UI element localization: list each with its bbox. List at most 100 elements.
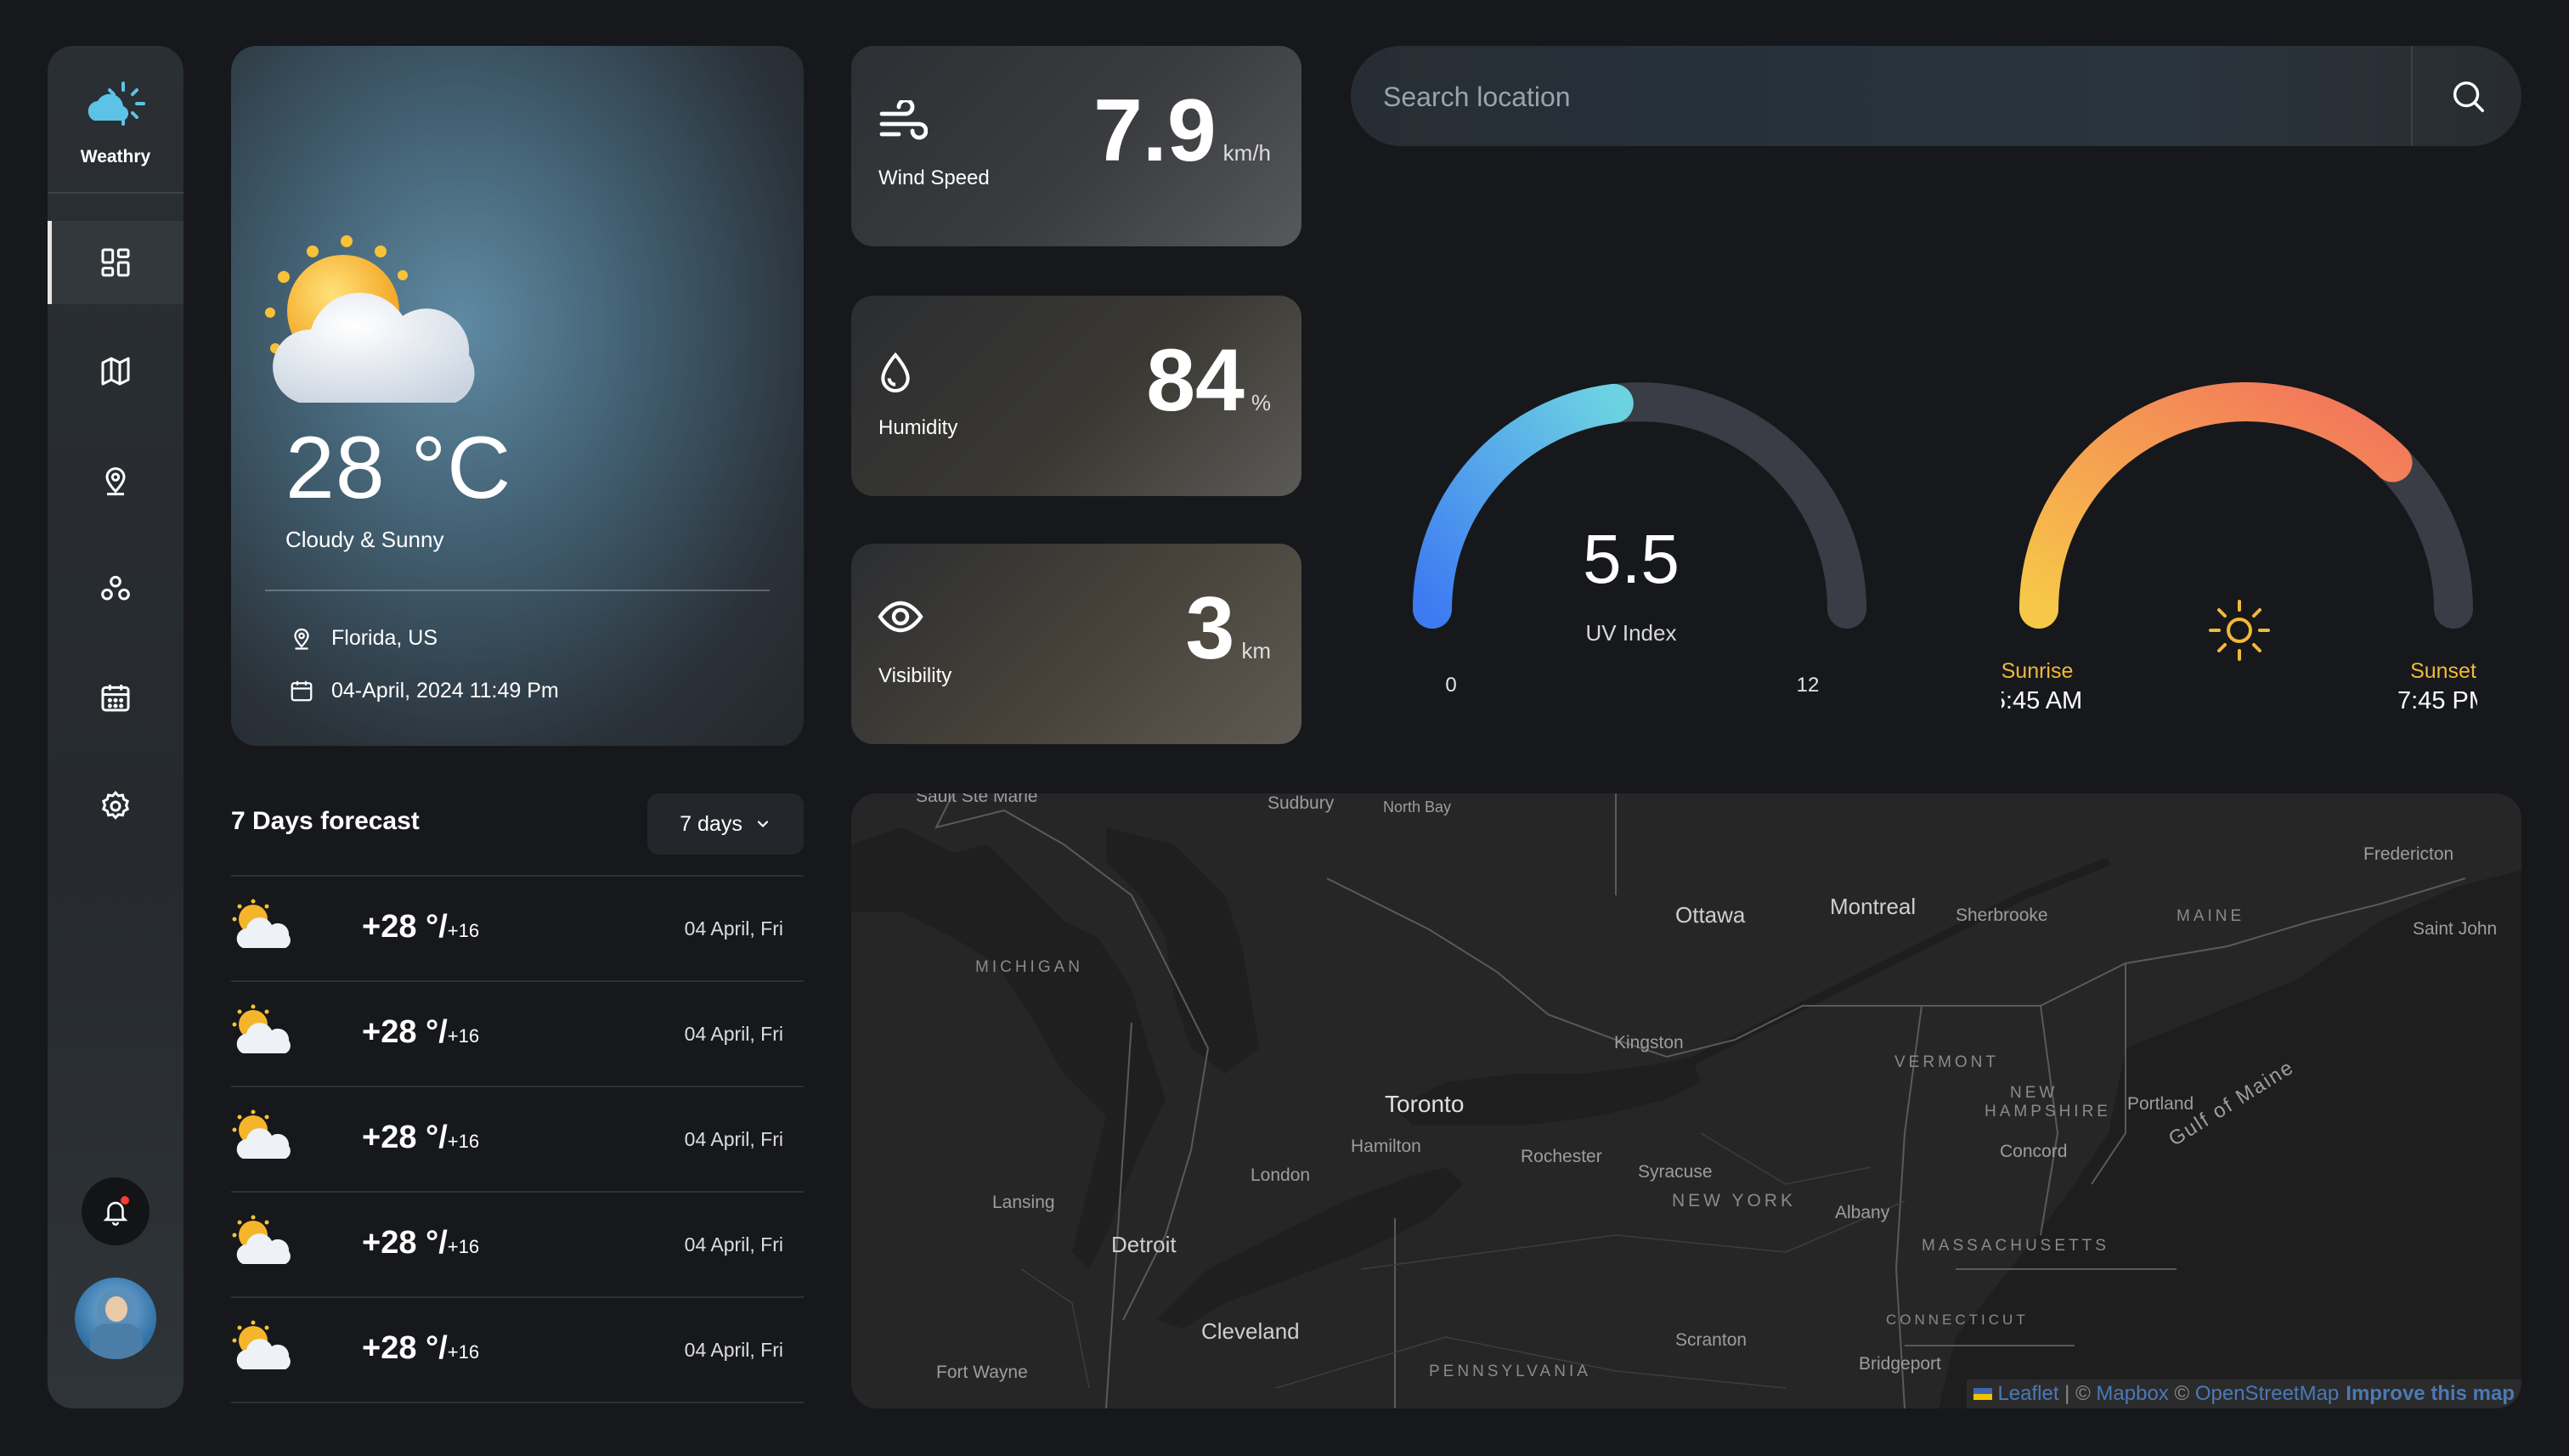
map-label-syracuse: Syracuse (1638, 1162, 1713, 1182)
map-label-northbay: North Bay (1383, 799, 1452, 815)
visibility-card: Visibility 3 km (851, 544, 1301, 744)
forecast-date: 04 April, Fri (684, 1128, 783, 1150)
sunset-time: 7:45 PM (2397, 687, 2477, 714)
forecast-low: +16 (447, 920, 480, 941)
map-label-concord: Concord (2000, 1142, 2068, 1161)
sidebar-divider (48, 192, 184, 194)
wind-speed-card: Wind Speed 7.9 km/h (851, 46, 1301, 246)
forecast-low: +16 (447, 1131, 480, 1152)
map-label-pennsylvania: PENNSYLVANIA (1429, 1363, 1591, 1380)
humidity-value-group: 84 % (1146, 336, 1271, 425)
datetime-text: 04-April, 2024 11:49 Pm (331, 678, 559, 703)
cloudy-sunny-icon (232, 1215, 291, 1264)
cloudy-sunny-icon (232, 1004, 291, 1053)
chevron-down-icon (757, 821, 768, 828)
nav-location[interactable] (48, 438, 184, 522)
improve-map-link[interactable]: Improve this map (2346, 1382, 2515, 1406)
notifications-button[interactable] (82, 1177, 150, 1245)
mapbox-link[interactable]: Mapbox (2096, 1382, 2168, 1406)
location-row: Florida, US (289, 625, 438, 651)
location-pin-icon (105, 467, 126, 496)
map-label-connecticut: CONNECTICUT (1886, 1312, 2029, 1328)
sun-gauge-fill (2019, 382, 2413, 629)
avatar[interactable] (75, 1278, 156, 1359)
forecast-date: 04 April, Fri (684, 1339, 783, 1361)
forecast-high: +28 °/ (362, 909, 448, 945)
map-label-portland: Portland (2127, 1094, 2194, 1114)
nav-community[interactable] (48, 547, 184, 630)
map-label-lansing: Lansing (992, 1193, 1055, 1212)
map-label-rochester: Rochester (1521, 1147, 1602, 1166)
app-name: Weathry (80, 147, 151, 166)
current-condition: Cloudy & Sunny (285, 527, 444, 552)
cloudy-sunny-icon (232, 1320, 291, 1369)
search-bar (1351, 46, 2521, 146)
search-separator (2411, 46, 2413, 146)
map-label-london: London (1251, 1165, 1311, 1185)
search-icon (2453, 81, 2484, 112)
map-label-newhampshire-2: HAMPSHIRE (1985, 1103, 2111, 1120)
current-weather-card: 28 °C Cloudy & Sunny Florida, US 04-Apri… (231, 46, 804, 746)
visibility-label: Visibility (878, 664, 952, 687)
weather-map[interactable]: Sault Ste Marie Sudbury North Bay Ottawa… (851, 793, 2521, 1408)
forecast-temp: +28 °/+16 (362, 1330, 479, 1367)
forecast-low: +16 (447, 1236, 480, 1257)
map-label-vermont: VERMONT (1894, 1053, 1999, 1071)
uv-min: 0 (1445, 674, 1456, 697)
nav-calendar[interactable] (48, 656, 184, 739)
forecast-range-value: 7 days (680, 811, 742, 836)
map-label-kingston: Kingston (1614, 1033, 1684, 1052)
sunrise-time: 5:45 AM (2002, 687, 2082, 714)
visibility-value-group: 3 km (1185, 584, 1271, 673)
attribution-sep-1: | © (2058, 1382, 2097, 1405)
notification-dot (121, 1196, 129, 1205)
map-label-albany: Albany (1835, 1203, 1890, 1222)
cloudy-sunny-icon (232, 899, 291, 948)
sidebar: Weathry (48, 46, 184, 1408)
wind-speed-value-group: 7.9 km/h (1093, 87, 1271, 175)
map-label-montreal: Montreal (1830, 894, 1917, 919)
map-label-ottawa: Ottawa (1675, 902, 1746, 928)
search-button[interactable] (2414, 46, 2521, 146)
forecast-temp: +28 °/+16 (362, 1120, 479, 1156)
visibility-value: 3 (1185, 579, 1235, 678)
map-label-scranton: Scranton (1675, 1330, 1747, 1350)
search-input[interactable] (1381, 71, 2362, 122)
forecast-row-4: +28 °/+16 04 April, Fri (231, 1191, 804, 1298)
sunset-label: Sunset (2410, 659, 2476, 683)
nav-map[interactable] (48, 330, 184, 413)
map-label-fortwayne: Fort Wayne (936, 1363, 1028, 1382)
forecast-temp: +28 °/+16 (362, 1225, 479, 1261)
nav-dashboard[interactable] (48, 221, 184, 304)
forecast-title: 7 Days forecast (231, 807, 420, 835)
location-text: Florida, US (331, 625, 438, 650)
date-row: 04-April, 2024 11:49 Pm (289, 678, 559, 703)
humidity-label: Humidity (878, 416, 958, 439)
sun-gauge-track (2019, 382, 2473, 629)
map-label-bridgeport: Bridgeport (1859, 1354, 1941, 1374)
map-label-massachusetts: MASSACHUSETTS (1922, 1237, 2109, 1255)
location-pin-icon (294, 628, 309, 650)
sunrise-label: Sunrise (2002, 659, 2073, 683)
forecast-range-select[interactable]: 7 days (647, 793, 804, 855)
nav-settings[interactable] (48, 765, 184, 848)
map-label-cleveland: Cleveland (1201, 1318, 1300, 1344)
forecast-temp: +28 °/+16 (362, 1014, 479, 1051)
cloudy-sunny-icon (265, 235, 475, 403)
forecast-row-5: +28 °/+16 04 April, Fri (231, 1296, 804, 1403)
calendar-icon (291, 680, 313, 702)
forecast-temp: +28 °/+16 (362, 909, 479, 945)
map-label-newyork: NEW YORK (1672, 1191, 1796, 1211)
forecast-low: +16 (447, 1025, 480, 1047)
cloudy-sunny-icon (232, 1109, 291, 1159)
wind-speed-unit: km/h (1222, 140, 1271, 166)
calendar-icon (101, 685, 130, 712)
forecast-date: 04 April, Fri (684, 1233, 783, 1256)
map-label-sudbury: Sudbury (1268, 793, 1335, 813)
attribution-sep-2: © (2168, 1382, 2195, 1405)
map-label-hamilton: Hamilton (1351, 1137, 1421, 1156)
leaflet-link[interactable]: Leaflet (1997, 1382, 2058, 1406)
osm-link[interactable]: OpenStreetMap (2195, 1382, 2339, 1406)
map-attribution: Leaflet | © Mapbox © OpenStreetMap Impro… (1967, 1380, 2521, 1408)
wind-speed-value: 7.9 (1093, 82, 1217, 180)
